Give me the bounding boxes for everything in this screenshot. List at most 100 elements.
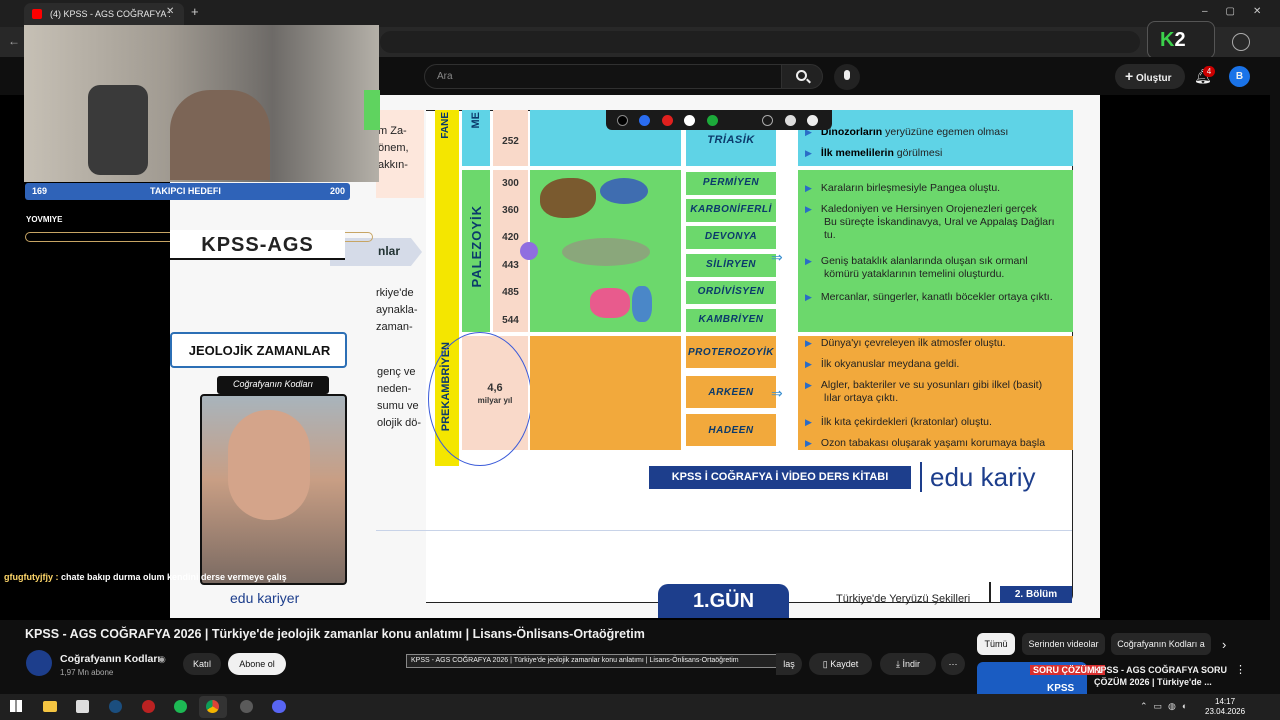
download-label: İndir: [902, 659, 920, 669]
rec-more-icon[interactable]: ⋮: [1235, 663, 1246, 676]
page-left-tag-text: nlar: [378, 244, 401, 258]
pen-color-blue[interactable]: [639, 115, 650, 126]
discord-icon[interactable]: [272, 700, 286, 713]
paleozoic-num: 300: [502, 178, 519, 189]
chrome-icon[interactable]: [199, 696, 227, 718]
back-icon[interactable]: ←: [8, 34, 20, 48]
triasik-event-2: ▶ İlk memelilerin görülmesi: [805, 147, 943, 159]
clock[interactable]: 14:17 23.04.2026: [1205, 697, 1245, 717]
ocean-event: ▶ İlk okyanuslar meydana geldi.: [805, 358, 960, 370]
new-tab-button[interactable]: +: [191, 4, 199, 19]
window-controls[interactable]: –▢✕: [1202, 6, 1279, 17]
share-button[interactable]: laş: [776, 653, 802, 675]
paleozoic-num: 420: [502, 232, 519, 243]
tab-title: (4) KPSS - AGS COĞRAFYA :: [50, 9, 171, 19]
taskbar: [0, 694, 1280, 720]
rec-title[interactable]: KPSS - AGS COĞRAFYA SORU ÇÖZÜM 2026 | Tür…: [1094, 664, 1227, 688]
pen-color-white[interactable]: [684, 115, 695, 126]
spotify-icon[interactable]: [174, 700, 187, 713]
more-actions-button[interactable]: ⋯: [941, 653, 965, 675]
join-button[interactable]: Katıl: [183, 653, 221, 675]
atmosphere-event: ▶ Dünya'yı çevreleyen ilk atmosfer oluştu…: [805, 337, 1006, 349]
video-title: KPSS - AGS COĞRAFYA 2026 | Türkiye'de je…: [25, 627, 645, 641]
page-left-text-2: rkiye'de aynakla-zaman-: [376, 287, 418, 333]
subscribe-button[interactable]: Abone ol: [228, 653, 286, 675]
save-button[interactable]: ▯ Kaydet: [809, 653, 872, 675]
close-tab-icon[interactable]: ✕: [166, 6, 174, 17]
channel-name[interactable]: Coğrafyanın Kodları: [60, 653, 160, 665]
chevron-right-icon[interactable]: ›: [1222, 637, 1226, 652]
steam-icon[interactable]: [109, 700, 122, 713]
paleozoic-num: 360: [502, 205, 519, 216]
fish-image: [562, 238, 650, 266]
page-left-text-1: m Za-önem, akkın-: [378, 125, 409, 171]
triasik-event-1: ▶ Dinozorların yeryüzüne egemen olması: [805, 126, 1009, 138]
game-icon[interactable]: [142, 700, 155, 713]
chip-channel[interactable]: Coğrafyanın Kodları a: [1111, 633, 1211, 655]
decorative-corner: [364, 90, 380, 130]
mesozoik-label: ME: [470, 112, 482, 129]
pen-size-medium[interactable]: [785, 115, 796, 126]
goal-current: 169: [32, 186, 48, 196]
paleozoic-era: SİLİRYEN: [706, 259, 756, 270]
browser-tab[interactable]: (4) KPSS - AGS COĞRAFYA :: [24, 3, 184, 25]
mic-button[interactable]: [834, 64, 860, 90]
fish-fossil: [540, 178, 596, 218]
coral-event: ▶ Mercanlar, süngerler, kanatlı böcekler …: [805, 291, 1053, 303]
edu-kariyer-logo: edu kariy: [930, 462, 1036, 492]
forest-event: ▶ Geniş bataklık alanlarında oluşan sık o…: [805, 255, 1028, 280]
pen-size-small[interactable]: [762, 115, 773, 126]
paleozoic-num: 443: [502, 260, 519, 271]
footer-part: 2. Bölüm: [1014, 589, 1058, 600]
slide-rule: [376, 530, 1072, 531]
store-icon[interactable]: [76, 700, 89, 713]
subscriber-count: 1,97 Mn abone: [60, 668, 114, 677]
extension-icon[interactable]: K2: [1147, 21, 1215, 59]
account-avatar[interactable]: B: [1229, 66, 1250, 87]
paleozoic-num: 485: [502, 287, 519, 298]
precambrian-era: ARKEEN: [708, 387, 754, 398]
search-button[interactable]: [781, 64, 823, 89]
paleozoic-era: DEVONYA: [704, 231, 758, 242]
pen-size-large[interactable]: [807, 115, 818, 126]
edu-kariyer-small-logo: edu kariyer: [230, 590, 300, 606]
arrow-icon: ⇒: [771, 385, 783, 401]
webcam-chair: [88, 85, 148, 175]
paleozoic-era: KARBONİFERLİ: [690, 204, 772, 215]
verified-icon: ◉: [158, 654, 166, 664]
precambrian-image: [530, 336, 681, 450]
system-tray[interactable]: ⌃▭◍◐: [1140, 701, 1193, 712]
profile-avatar[interactable]: [1232, 33, 1250, 51]
obs-icon[interactable]: [240, 700, 253, 713]
kpss-ags-title: KPSS-AGS: [201, 234, 314, 256]
fanerozoik-label: FANE: [440, 112, 451, 139]
chip-all[interactable]: Tümü: [977, 633, 1015, 655]
paleozoic-label: PALEZOYİK: [469, 205, 484, 288]
pangea-event: ▶ Karaların birleşmesiyle Pangea oluştu.: [805, 182, 1001, 194]
pen-color-green[interactable]: [707, 115, 718, 126]
rec-thumbnail-sub: KPSS: [1047, 683, 1075, 694]
chip-series[interactable]: Serinden videolar: [1022, 633, 1105, 655]
channel-avatar[interactable]: [26, 650, 52, 676]
book-banner-text: KPSS İ COĞRAFYA İ VİDEO DERS KİTABI: [671, 471, 889, 483]
jellyfish-image: [520, 242, 538, 260]
goal-label: TAKIPCI HEDEFI: [150, 186, 221, 196]
pen-color-red[interactable]: [662, 115, 673, 126]
address-input[interactable]: [380, 31, 1140, 53]
save-label: Kaydet: [830, 659, 859, 669]
file-explorer-icon[interactable]: [43, 701, 57, 712]
paleozoic-num: 544: [502, 315, 519, 326]
paleozoic-era: ORDİVİSYEN: [697, 286, 765, 297]
craton-event: ▶ İlk kıta çekirdekleri (kratonlar) oluşt…: [805, 416, 992, 428]
search-input[interactable]: Ara: [424, 64, 782, 89]
pen-color-black[interactable]: [617, 115, 628, 126]
shark-fossil: [600, 178, 648, 204]
download-button[interactable]: ⤓ İndir: [880, 653, 936, 675]
tab-favicon: [32, 9, 42, 19]
annotation-circle: [428, 332, 532, 466]
chat-message: gfugfutyjfjy : chate bakıp durma olum ke…: [4, 572, 287, 582]
mic-icon: [844, 70, 850, 80]
trilobite-image: [632, 286, 652, 322]
start-icon[interactable]: [10, 700, 22, 712]
create-button[interactable]: + Oluştur: [1115, 64, 1185, 89]
